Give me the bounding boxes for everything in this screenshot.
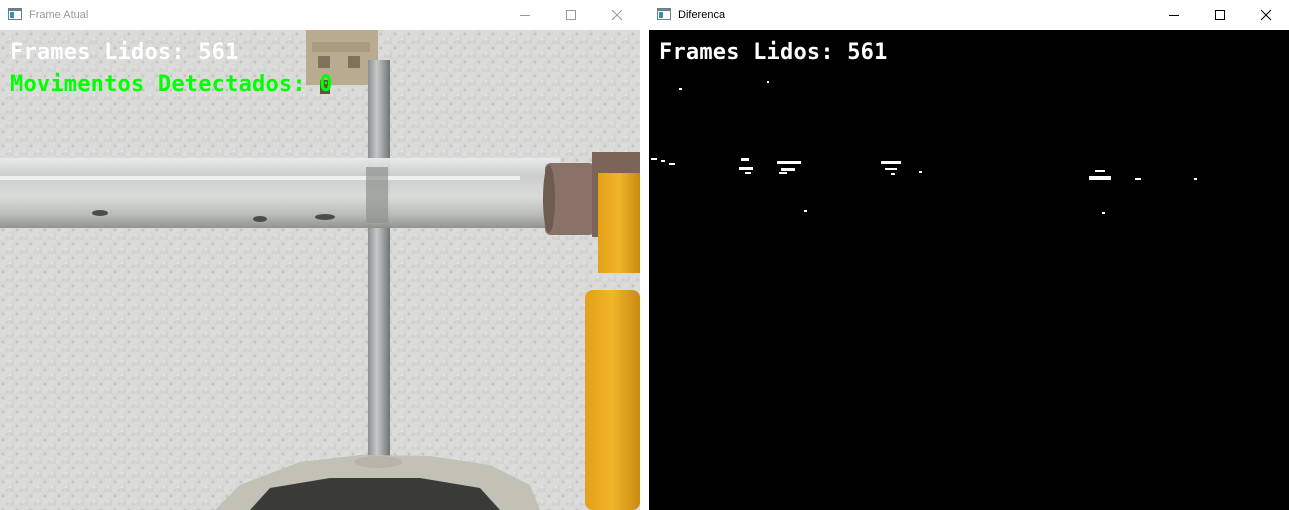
movements-detected-label: Movimentos Detectados: 0 xyxy=(10,72,333,97)
close-button[interactable] xyxy=(594,0,640,30)
app-window-icon xyxy=(657,8,671,20)
minimize-icon xyxy=(1169,15,1179,16)
app-window-icon xyxy=(8,8,22,20)
window-title: Diferenca xyxy=(678,9,726,21)
maximize-icon xyxy=(1215,10,1225,20)
maximize-button[interactable] xyxy=(548,0,594,30)
camera-frame-view: Frames Lidos: 561 Movimentos Detectados:… xyxy=(0,30,640,510)
frame-atual-window: Frame Atual Frames Lidos: 561 Movimentos… xyxy=(0,0,640,510)
close-icon xyxy=(611,9,623,21)
title-bar[interactable]: Diferenca xyxy=(649,0,1289,30)
minimize-icon xyxy=(520,15,530,16)
window-gap xyxy=(640,0,649,510)
window-title: Frame Atual xyxy=(29,9,89,21)
maximize-icon xyxy=(566,10,576,20)
frames-read-label: Frames Lidos: 561 xyxy=(10,40,239,65)
camera-frame-image xyxy=(0,30,640,510)
close-button[interactable] xyxy=(1243,0,1289,30)
minimize-button[interactable] xyxy=(1151,0,1197,30)
maximize-button[interactable] xyxy=(1197,0,1243,30)
difference-mask-view: Frames Lidos: 561 xyxy=(649,30,1289,510)
diferenca-window: Diferenca Frames Lidos: 561 xyxy=(649,0,1289,510)
difference-mask-image xyxy=(651,81,1197,214)
minimize-button[interactable] xyxy=(502,0,548,30)
frames-read-label: Frames Lidos: 561 xyxy=(659,40,888,65)
close-icon xyxy=(1260,9,1272,21)
title-bar[interactable]: Frame Atual xyxy=(0,0,640,30)
